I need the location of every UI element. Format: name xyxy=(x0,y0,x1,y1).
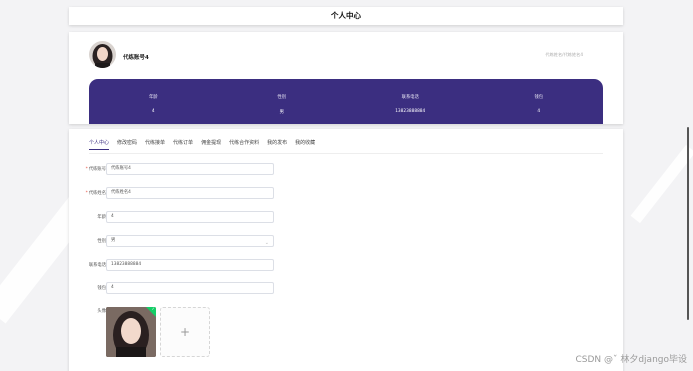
tab-my-favorites[interactable]: 我的收藏 xyxy=(295,139,321,150)
stat-gender: 性别 男 xyxy=(218,79,347,124)
phone-input[interactable]: 13823888884 xyxy=(106,259,274,271)
stat-label: 钱包 xyxy=(534,95,544,100)
form-row-age: 年龄 4 xyxy=(69,211,309,225)
stat-label: 年龄 xyxy=(148,95,158,100)
watermark: CSDN @ˇ 林夕django毕设 xyxy=(575,355,687,365)
age-input[interactable]: 4 xyxy=(106,211,274,223)
age-label: 年龄 xyxy=(97,215,106,220)
stat-label: 性别 xyxy=(277,95,287,100)
avatar-image xyxy=(89,41,116,68)
gender-select[interactable]: 男 ⌄ xyxy=(106,235,274,247)
tab-my-posts[interactable]: 我的发布 xyxy=(267,139,293,150)
wallet-label: 钱包 xyxy=(97,286,106,291)
form-row-account: *代练账号 代练账号4 xyxy=(69,163,309,177)
stat-value: 4 xyxy=(537,109,541,114)
tab-personal-center[interactable]: 个人中心 xyxy=(89,139,115,150)
plus-icon: + xyxy=(179,325,191,339)
profile-username: 代练账号4 xyxy=(123,55,149,61)
page-title: 个人中心 xyxy=(331,11,361,20)
profile-card: 代练账号4 代练姓名/代练姓名4 年龄 4 性别 男 联系电话 13823888… xyxy=(69,32,623,124)
tab-withdraw[interactable]: 佣金提现 xyxy=(201,139,227,150)
profile-stats-panel: 年龄 4 性别 男 联系电话 13823888884 钱包 4 xyxy=(89,79,603,124)
stat-wallet: 钱包 4 xyxy=(475,79,604,124)
gender-select-value: 男 xyxy=(111,238,116,243)
tab-divider xyxy=(89,153,603,154)
gender-label: 性别 xyxy=(97,239,106,244)
phone-label: 联系电话 xyxy=(88,263,106,268)
background-stripe-right xyxy=(630,144,693,224)
page-scrollbar[interactable] xyxy=(687,127,689,320)
name-input[interactable]: 代练姓名4 xyxy=(106,187,274,199)
wallet-input[interactable]: 4 xyxy=(106,282,274,294)
tab-cooperation-info[interactable]: 代练合作资料 xyxy=(229,139,265,150)
stat-value: 男 xyxy=(279,110,284,115)
profile-signature: 代练姓名/代练姓名4 xyxy=(545,52,583,57)
form-row-gender: 性别 男 ⌄ xyxy=(69,235,309,249)
stat-value: 13823888884 xyxy=(395,109,426,114)
account-input[interactable]: 代练账号4 xyxy=(106,163,274,175)
main-content-card: 个人中心 修改密码 代练接单 代练订单 佣金提现 代练合作资料 我的发布 我的收… xyxy=(69,129,623,371)
form-row-wallet: 钱包 4 xyxy=(69,282,309,296)
tab-bar: 个人中心 修改密码 代练接单 代练订单 佣金提现 代练合作资料 我的发布 我的收… xyxy=(89,139,323,150)
tab-change-password[interactable]: 修改密码 xyxy=(117,139,143,150)
stat-age: 年龄 4 xyxy=(89,79,218,124)
chevron-down-icon: ⌄ xyxy=(264,240,269,246)
form-row-name: *代练姓名 代练姓名4 xyxy=(69,187,309,201)
check-icon: ✓ xyxy=(151,307,155,311)
tab-orders[interactable]: 代练订单 xyxy=(173,139,199,150)
avatar-label: 头像 xyxy=(97,309,106,314)
account-label: *代练账号 xyxy=(85,167,106,172)
upload-avatar-button[interactable]: + xyxy=(160,307,210,357)
uploaded-avatar-thumbnail[interactable]: ✓ xyxy=(106,307,156,357)
form-row-phone: 联系电话 13823888884 xyxy=(69,259,309,273)
stat-phone: 联系电话 13823888884 xyxy=(346,79,475,124)
stat-label: 联系电话 xyxy=(401,95,419,100)
name-label: *代练姓名 xyxy=(85,191,106,196)
tab-accept-orders[interactable]: 代练接单 xyxy=(145,139,171,150)
header-bar: 个人中心 xyxy=(69,7,623,25)
stat-value: 4 xyxy=(151,109,155,114)
profile-avatar xyxy=(89,41,116,68)
